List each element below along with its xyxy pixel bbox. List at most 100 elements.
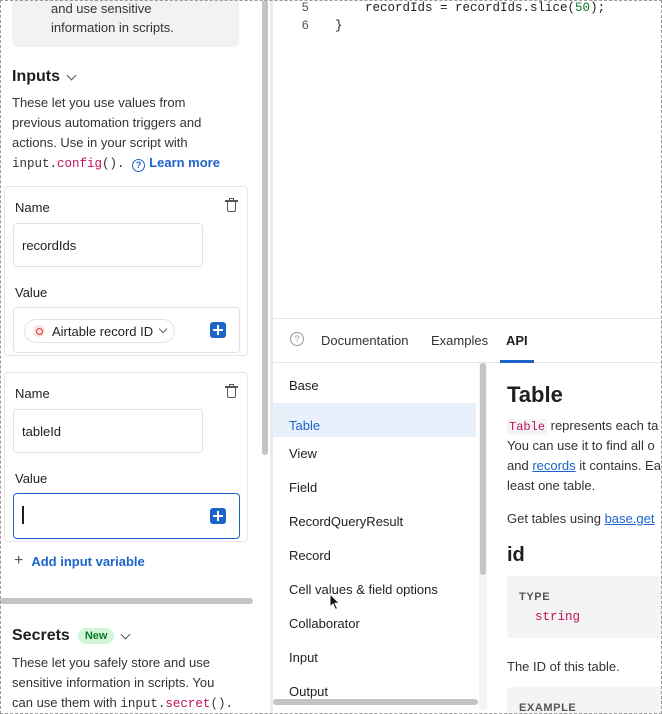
- value-label: Value: [15, 471, 48, 486]
- tab-documentation[interactable]: Documentation: [321, 333, 408, 348]
- mouse-pointer-icon: [329, 593, 341, 611]
- code-input-obj: input.: [120, 697, 166, 711]
- inputs-desc-line-2: previous automation triggers and: [12, 115, 202, 130]
- secrets-info-note: and use sensitive information in scripts…: [12, 0, 239, 47]
- inputs-desc-line-1: These let you use values from: [12, 95, 186, 110]
- trash-icon[interactable]: [225, 198, 238, 212]
- code-config-tail: ().: [102, 157, 125, 171]
- doc-text: Get tables using: [507, 511, 605, 526]
- tab-examples[interactable]: Examples: [431, 333, 488, 348]
- type-label: TYPE: [519, 591, 551, 603]
- code-secret-fn: secret: [165, 697, 211, 711]
- list-item[interactable]: RecordQueryResult: [273, 499, 476, 533]
- list-item[interactable]: Base: [273, 363, 476, 397]
- line-number: 6: [301, 19, 309, 33]
- doc-paragraph: You can use it to find all o: [507, 438, 655, 453]
- trash-icon[interactable]: [225, 384, 238, 398]
- doc-text: represents each ta: [547, 418, 659, 433]
- id-description: The ID of this table.: [507, 659, 620, 674]
- insert-value-button[interactable]: [210, 508, 226, 524]
- base-get-link[interactable]: base.get: [605, 511, 655, 526]
- code-config-fn: config: [57, 157, 103, 171]
- value-source-pill[interactable]: Airtable record ID: [24, 319, 176, 343]
- code-number: 50: [575, 1, 591, 15]
- code-secret-tail: ().: [210, 697, 233, 711]
- list-horizontal-scrollbar[interactable]: [273, 699, 478, 705]
- list-item[interactable]: Cell values & field options: [273, 567, 476, 601]
- code-input-obj: input.: [12, 157, 58, 171]
- text-caret: [22, 506, 24, 524]
- scroll-thumb[interactable]: [480, 363, 486, 575]
- horizontal-scrollbar[interactable]: [0, 598, 253, 604]
- variable-name-field[interactable]: tableId: [13, 409, 203, 453]
- records-link[interactable]: records: [532, 458, 575, 473]
- inputs-desc-line-3: actions. Use in your script with: [12, 135, 188, 150]
- example-label: EXAMPLE: [519, 702, 577, 714]
- docs-panel: ? Documentation Examples API Base Table …: [273, 318, 662, 714]
- code-editor[interactable]: 5 recordIds = recordIds.slice(50); 6 }: [273, 0, 662, 318]
- chevron-down-icon[interactable]: [66, 70, 77, 80]
- docs-tab-bar: ? Documentation Examples API: [273, 319, 662, 363]
- name-label: Name: [15, 200, 50, 215]
- list-item[interactable]: Output: [273, 669, 476, 703]
- code-line: 6 }: [273, 17, 662, 35]
- list-item[interactable]: Field: [273, 465, 476, 499]
- value-label: Value: [15, 285, 48, 300]
- variable-value-field[interactable]: Airtable record ID: [13, 307, 240, 353]
- inline-code: Table: [507, 419, 548, 435]
- chevron-down-icon[interactable]: [121, 629, 131, 639]
- inputs-title: Inputs: [12, 68, 60, 85]
- note-line-1: and use sensitive: [51, 1, 152, 16]
- script-settings-panel: and use sensitive information in scripts…: [0, 0, 262, 714]
- plus-icon: +: [14, 552, 24, 569]
- help-icon[interactable]: ?: [290, 332, 304, 346]
- code-segment: recordIds = recordIds.slice(: [335, 1, 576, 15]
- tab-api[interactable]: API: [506, 333, 528, 348]
- inputs-section-header[interactable]: Inputs: [12, 68, 77, 86]
- insert-value-button[interactable]: [210, 322, 226, 338]
- secrets-description: These let you safely store and use sensi…: [12, 653, 233, 714]
- list-item[interactable]: Input: [273, 635, 476, 669]
- code-text: }: [335, 17, 343, 35]
- add-input-variable-button[interactable]: + Add input variable: [14, 552, 145, 570]
- secrets-desc-line-1: These let you safely store and use: [12, 655, 211, 670]
- add-input-variable-label: Add input variable: [31, 553, 145, 569]
- list-item[interactable]: Record: [273, 533, 476, 567]
- name-label: Name: [15, 386, 50, 401]
- secrets-section-header[interactable]: Secrets New: [12, 627, 131, 645]
- scroll-thumb[interactable]: [262, 0, 268, 455]
- help-icon[interactable]: ?: [132, 159, 146, 172]
- record-id-icon: [33, 325, 45, 337]
- type-value: string: [535, 610, 581, 624]
- list-item[interactable]: View: [273, 431, 476, 465]
- value-source-label: Airtable record ID: [52, 323, 154, 339]
- api-reference-list: Base Table View Field RecordQueryResult …: [273, 363, 478, 707]
- api-doc-content: Table Table represents each ta You can u…: [507, 363, 662, 714]
- variable-name-field[interactable]: recordIds: [13, 223, 203, 267]
- learn-more-link[interactable]: Learn more: [149, 155, 220, 170]
- code-line: 5 recordIds = recordIds.slice(50);: [273, 0, 662, 17]
- list-item[interactable]: Collaborator: [273, 601, 476, 635]
- list-vertical-scrollbar[interactable]: [479, 363, 487, 709]
- doc-paragraph: Table represents each ta: [507, 416, 658, 437]
- example-block: EXAMPLE: [507, 687, 662, 714]
- variable-value-field[interactable]: [13, 493, 240, 539]
- secrets-title: Secrets: [12, 627, 70, 644]
- doc-heading: Table: [507, 382, 563, 407]
- doc-paragraph: and records it contains. Ea: [507, 456, 661, 476]
- code-segment: }: [335, 19, 343, 33]
- input-variable-card: Name tableId Value: [4, 372, 248, 542]
- doc-paragraph: Get tables using base.get: [507, 509, 654, 529]
- doc-text: and: [507, 458, 533, 473]
- left-vertical-scrollbar[interactable]: [261, 0, 269, 714]
- doc-text: it contains. Ea: [575, 458, 661, 473]
- line-number: 5: [301, 1, 309, 15]
- secrets-desc-line-3: can use them with input.secret().: [12, 693, 233, 714]
- doc-paragraph: least one table.: [507, 478, 596, 493]
- chevron-down-icon: [158, 324, 168, 334]
- input-variable-card: Name recordIds Value Airtable record ID: [4, 186, 248, 356]
- code-segment: );: [590, 1, 606, 15]
- id-heading: id: [507, 544, 525, 566]
- note-line-2: information in scripts.: [51, 20, 174, 35]
- type-block: TYPE string: [507, 576, 662, 638]
